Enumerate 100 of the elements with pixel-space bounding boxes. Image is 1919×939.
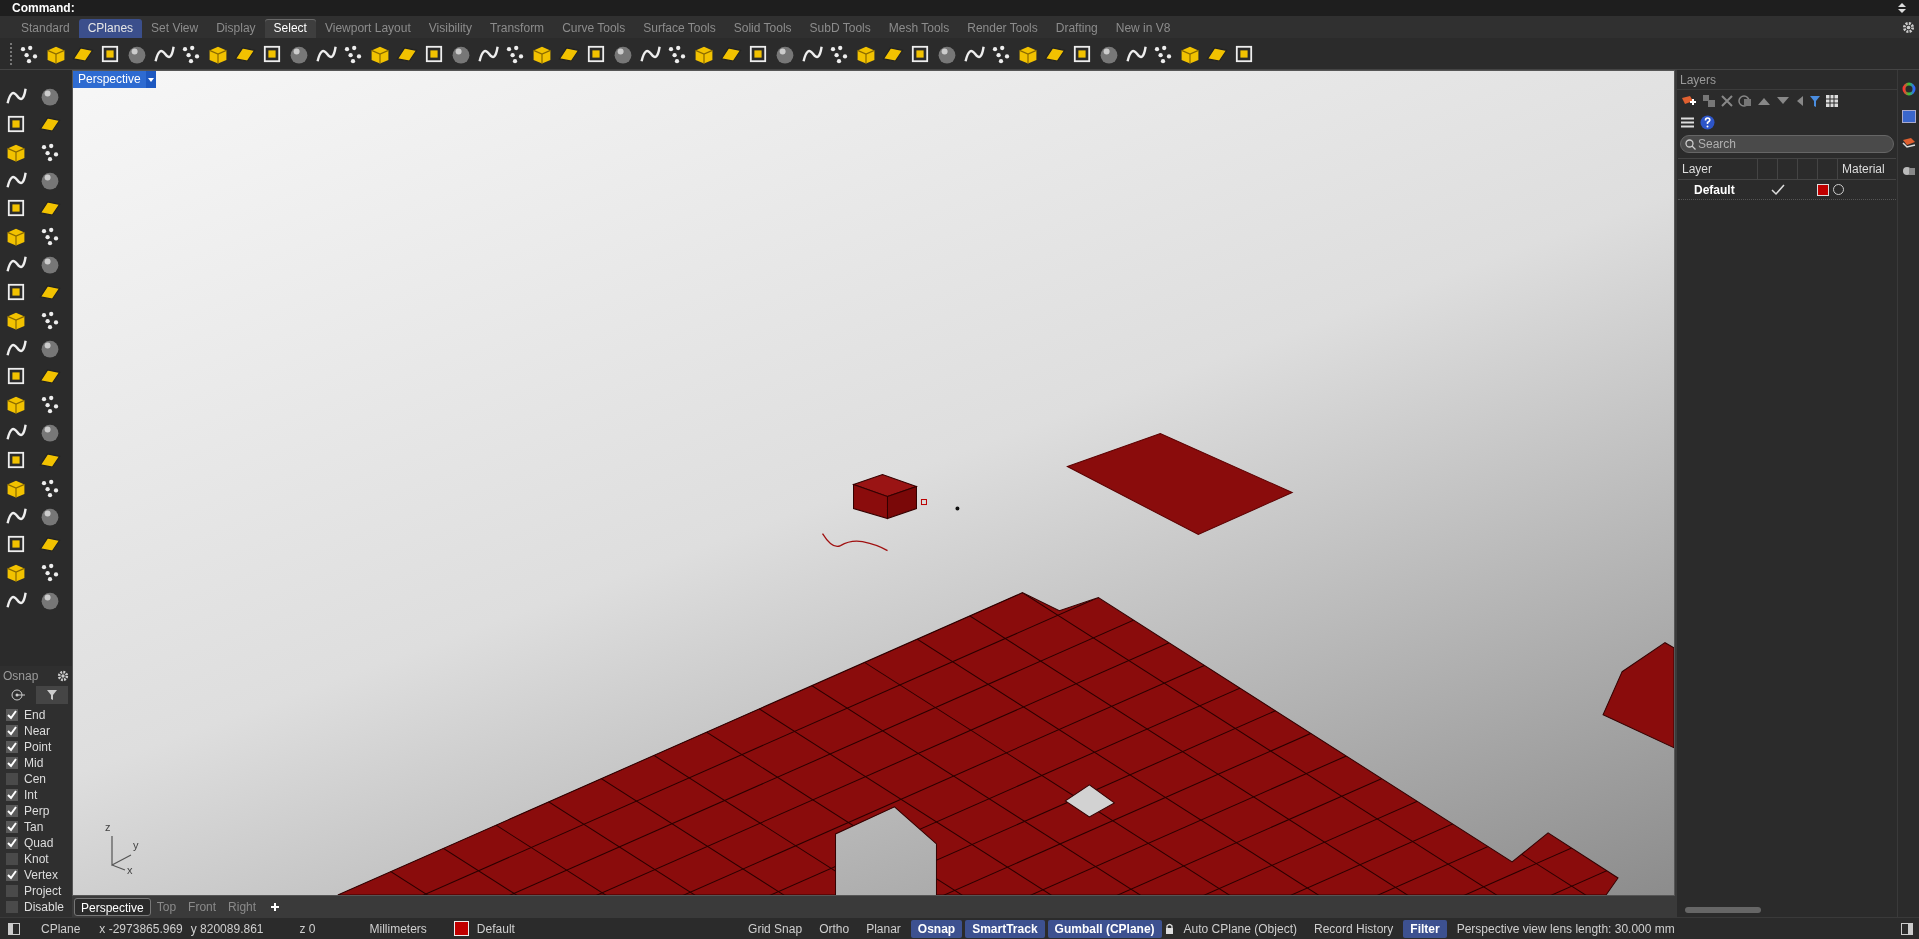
checkbox[interactable] — [6, 821, 18, 833]
toolbar-tab[interactable]: SubD Tools — [800, 19, 880, 38]
layer-color-swatch[interactable] — [1817, 183, 1829, 196]
toolbar-tab[interactable]: Solid Tools — [724, 19, 801, 38]
checkbox-label: Near — [24, 723, 50, 740]
viewport-tab[interactable]: Top — [150, 897, 183, 916]
toolbar-tab[interactable]: New in V8 — [1106, 19, 1180, 38]
checkbox-label: End — [24, 707, 46, 724]
filter-icon[interactable] — [1809, 94, 1821, 108]
checkbox[interactable] — [6, 709, 18, 721]
copy-layer-icon[interactable] — [1738, 94, 1752, 108]
dropdown-caret-icon[interactable] — [145, 71, 156, 88]
toolbar-tab[interactable]: Visibility — [419, 19, 481, 38]
cplane-label[interactable]: CPlane — [41, 919, 81, 938]
layer-label[interactable]: Default — [476, 919, 515, 938]
spin-arrows-icon[interactable] — [1897, 1, 1907, 15]
status-toggle[interactable]: Gumball (CPlane) — [1047, 919, 1162, 938]
layer-color-swatch[interactable] — [453, 921, 469, 936]
toolbar-tab[interactable]: Select — [264, 19, 316, 38]
toolbar-tab[interactable]: Surface Tools — [634, 19, 725, 38]
toolbar-tab[interactable]: Set View — [142, 19, 208, 38]
status-toggle[interactable]: Osnap — [910, 919, 963, 938]
toolbar-tab[interactable]: Mesh Tools — [879, 19, 959, 38]
layer-name[interactable]: Default — [1678, 180, 1758, 199]
checkbox[interactable] — [6, 901, 18, 913]
axis-label: z — [105, 820, 111, 835]
move-up-icon[interactable] — [1757, 96, 1771, 106]
units-label[interactable]: Millimeters — [369, 919, 427, 938]
toolbar-tab[interactable]: Render Tools — [958, 19, 1047, 38]
checkbox[interactable] — [6, 757, 18, 769]
add-icon[interactable] — [270, 901, 281, 912]
panel-title: Layers — [1677, 70, 1897, 90]
viewport[interactable]: Perspective z y x — [72, 70, 1675, 896]
checkbox[interactable] — [6, 789, 18, 801]
toolbar-tab[interactable]: Transform — [480, 19, 554, 38]
current-layer-check-icon[interactable] — [1771, 183, 1785, 196]
checkbox[interactable] — [6, 869, 18, 881]
curve-line — [821, 532, 889, 552]
new-layer-icon[interactable] — [1681, 94, 1697, 108]
lock-icon[interactable] — [1164, 923, 1174, 934]
checkbox-label: Tan — [24, 819, 44, 836]
status-toggle[interactable]: SmartTrack — [965, 919, 1045, 938]
status-toggle[interactable]: Auto CPlane (Object) — [1176, 919, 1304, 938]
checkbox-label: Perp — [24, 803, 50, 820]
target-icon — [10, 689, 26, 701]
menu-icon[interactable] — [1681, 116, 1694, 128]
sublayer-icon[interactable] — [1702, 94, 1716, 108]
column-header[interactable]: Layer — [1678, 159, 1758, 179]
settings-icon[interactable] — [57, 670, 69, 682]
status-toggle[interactable]: Ortho — [812, 919, 857, 938]
layers-icon[interactable] — [1901, 137, 1916, 150]
checkbox[interactable] — [6, 773, 18, 785]
checkbox-label: Knot — [24, 851, 49, 868]
column-header[interactable]: Material — [1838, 159, 1896, 179]
point-marker — [920, 499, 927, 506]
toolbar-tab[interactable]: Standard — [12, 19, 79, 38]
move-left-icon[interactable] — [1795, 95, 1804, 107]
toolbar-tab[interactable]: Drafting — [1046, 19, 1107, 38]
box-solid-drawing — [853, 474, 917, 520]
move-down-icon[interactable] — [1776, 96, 1790, 106]
point-dot — [955, 506, 960, 511]
axis-label: x — [127, 863, 133, 878]
x-coordinate: x -2973865.969 — [99, 920, 183, 938]
toolbar-tab[interactable]: CPlanes — [78, 19, 143, 38]
checkbox[interactable] — [6, 805, 18, 817]
axis-label: y — [133, 838, 139, 853]
checkbox[interactable] — [6, 853, 18, 865]
checkbox-label: Point — [24, 739, 52, 756]
viewport-tab[interactable]: Right — [222, 897, 263, 916]
status-toggle[interactable]: Filter — [1403, 919, 1447, 938]
checkbox[interactable] — [6, 885, 18, 897]
toolbar-tab[interactable]: Viewport Layout — [315, 19, 420, 38]
checkbox-label: Mid — [24, 755, 44, 772]
filter-tab[interactable] — [36, 686, 68, 704]
status-message: Perspective view lens length: 30.000 mm — [1456, 920, 1675, 938]
checkbox-label: Quad — [24, 835, 54, 852]
grid-icon[interactable] — [1826, 95, 1838, 107]
checkbox-label: Project — [24, 883, 62, 900]
delete-icon[interactable] — [1721, 95, 1733, 107]
scrollbar[interactable] — [1685, 907, 1761, 913]
viewport-tab[interactable]: Front — [182, 897, 223, 916]
panel-title: Osnap — [3, 668, 39, 685]
checkbox[interactable] — [6, 725, 18, 737]
checkbox-label: Cen — [24, 771, 46, 788]
color-wheel-icon[interactable] — [1901, 82, 1916, 96]
status-toggle[interactable]: Record History — [1306, 919, 1401, 938]
search-icon — [1685, 139, 1696, 150]
status-toggle[interactable]: Planar — [859, 919, 908, 938]
z-coordinate: z 0 — [299, 920, 316, 938]
settings-icon[interactable] — [1902, 21, 1915, 34]
panel-toggle-icon[interactable] — [8, 922, 20, 935]
checkbox[interactable] — [6, 837, 18, 849]
toolbar-tab[interactable]: Curve Tools — [553, 19, 635, 38]
status-toggle[interactable]: Grid Snap — [741, 919, 810, 938]
toolbar-tab[interactable]: Display — [207, 19, 265, 38]
viewport-tab[interactable]: Perspective — [74, 897, 151, 916]
search-field[interactable]: Search — [1680, 135, 1894, 153]
checkbox[interactable] — [6, 741, 18, 753]
panel-toggle-icon[interactable] — [1901, 922, 1913, 935]
display-icon[interactable] — [1901, 164, 1916, 177]
